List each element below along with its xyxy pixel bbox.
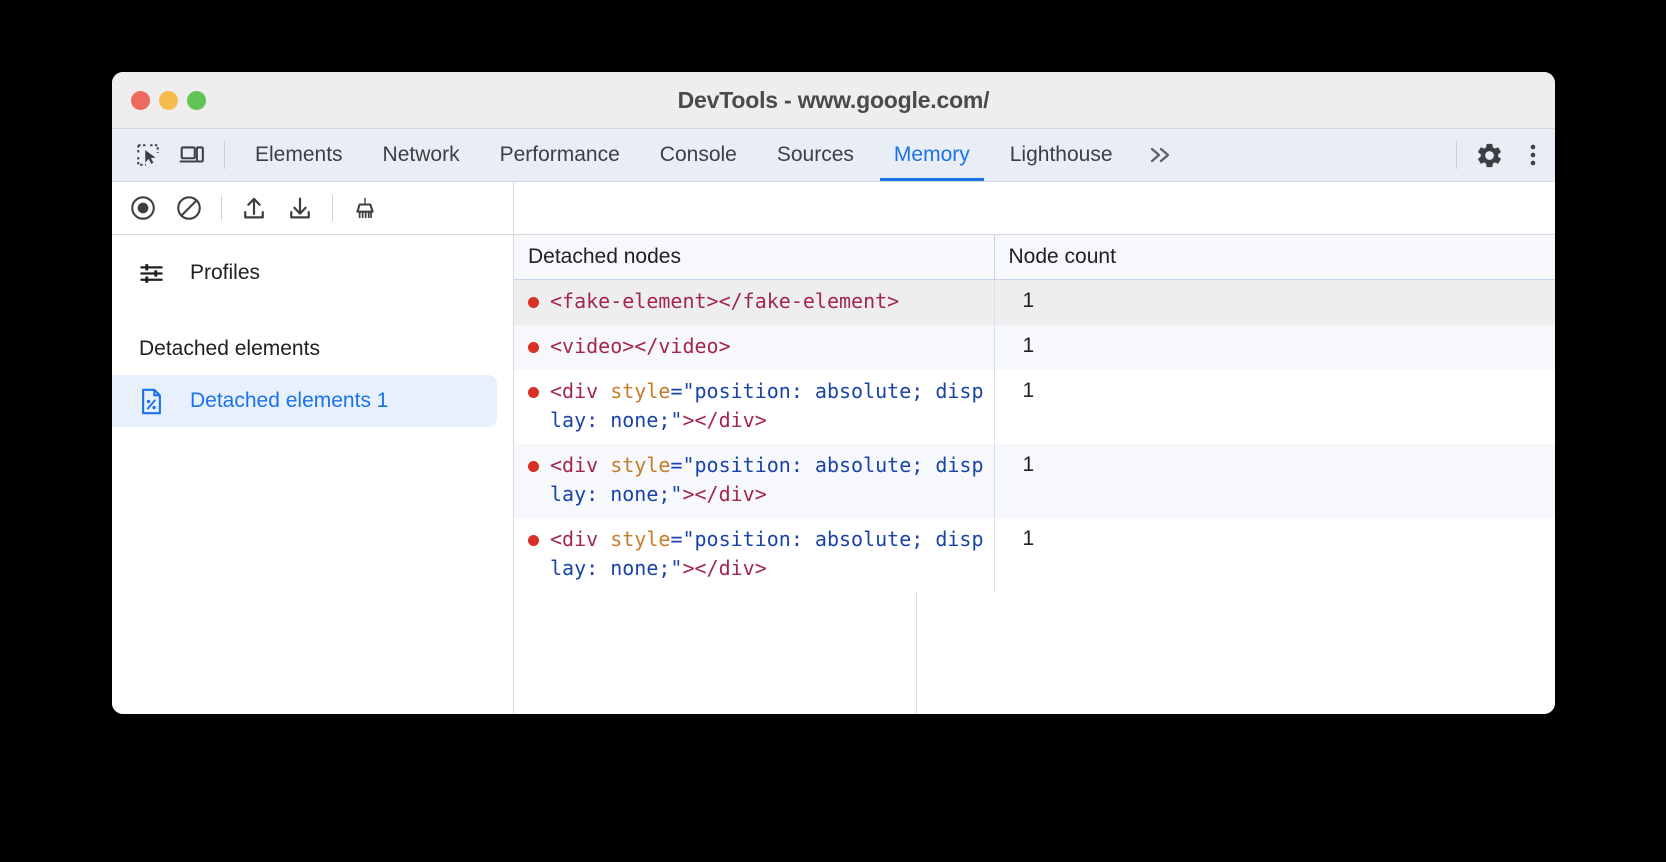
device-toolbar-icon[interactable] xyxy=(170,129,214,181)
table-body: <fake-element></fake-element> 1 <video><… xyxy=(514,280,1555,593)
node-code: <fake-element></fake-element> xyxy=(528,287,994,316)
cell-detached-node: <div style="position: absolute; display:… xyxy=(514,518,994,592)
detached-marker-icon xyxy=(528,342,539,353)
tab-console[interactable]: Console xyxy=(640,129,757,181)
node-code: <div style="position: absolute; display:… xyxy=(528,451,994,509)
detached-marker-icon xyxy=(528,387,539,398)
save-profile-button[interactable] xyxy=(277,185,323,231)
tab-network[interactable]: Network xyxy=(363,129,480,181)
code-token: <div xyxy=(550,379,610,403)
maximize-window-button[interactable] xyxy=(187,91,206,110)
memory-sidebar: Profiles Detached elements Detached elem… xyxy=(112,235,514,714)
clear-button[interactable] xyxy=(166,185,212,231)
tab-lighthouse[interactable]: Lighthouse xyxy=(990,129,1133,181)
sidebar-section-title: Detached elements xyxy=(112,323,513,375)
node-code: <div style="position: absolute; display:… xyxy=(528,377,994,435)
cell-node-count: 1 xyxy=(994,280,1555,326)
cell-node-count: 1 xyxy=(994,325,1555,370)
code-token: <video></video> xyxy=(550,334,731,358)
table-row[interactable]: <fake-element></fake-element> 1 xyxy=(514,280,1555,326)
code-token: style xyxy=(610,379,670,403)
tab-memory[interactable]: Memory xyxy=(874,129,990,181)
detached-nodes-grid: Detached nodes Node count <fake-element>… xyxy=(514,235,1555,714)
code-token: ></div> xyxy=(682,482,766,506)
cell-detached-node: <div style="position: absolute; display:… xyxy=(514,370,994,444)
sidebar-item-label: Profiles xyxy=(190,261,260,285)
profiles-sliders-icon xyxy=(138,260,172,287)
tab-label: Performance xyxy=(500,143,620,167)
window-title: DevTools - www.google.com/ xyxy=(112,87,1555,114)
tabstrip-right-controls xyxy=(1446,129,1555,181)
tab-performance[interactable]: Performance xyxy=(480,129,640,181)
column-header-detached-nodes[interactable]: Detached nodes xyxy=(514,235,994,280)
tab-label: Console xyxy=(660,143,737,167)
settings-gear-icon[interactable] xyxy=(1467,129,1511,181)
tabstrip-divider xyxy=(224,141,225,169)
grid-empty-col-count xyxy=(917,592,1555,714)
toolbar-divider-2 xyxy=(332,195,333,221)
sidebar-item-profiles[interactable]: Profiles xyxy=(112,247,513,299)
inspect-element-icon[interactable] xyxy=(126,129,170,181)
cell-node-count: 1 xyxy=(994,444,1555,518)
code-token: <div xyxy=(550,453,610,477)
table-row[interactable]: <div style="position: absolute; display:… xyxy=(514,370,1555,444)
memory-toolbar-left xyxy=(112,182,514,234)
detached-elements-document-icon xyxy=(138,387,172,416)
cell-detached-node: <video></video> xyxy=(514,325,994,370)
traffic-light-controls xyxy=(131,91,206,110)
detached-marker-icon xyxy=(528,297,539,308)
close-window-button[interactable] xyxy=(131,91,150,110)
table-header-row: Detached nodes Node count xyxy=(514,235,1555,280)
memory-panel-toolbar xyxy=(112,182,1555,235)
window-titlebar: DevTools - www.google.com/ xyxy=(112,72,1555,129)
node-code: <div style="position: absolute; display:… xyxy=(528,525,994,583)
memory-panel-body: Profiles Detached elements Detached elem… xyxy=(112,235,1555,714)
devtools-tabstrip: Elements Network Performance Console Sou… xyxy=(112,129,1555,182)
tab-label: Lighthouse xyxy=(1010,143,1113,167)
table-row[interactable]: <div style="position: absolute; display:… xyxy=(514,444,1555,518)
detached-nodes-table: Detached nodes Node count <fake-element>… xyxy=(514,235,1555,592)
cell-node-count: 1 xyxy=(994,370,1555,444)
more-options-kebab-icon[interactable] xyxy=(1511,129,1555,181)
code-token: style xyxy=(610,453,670,477)
load-profile-button[interactable] xyxy=(231,185,277,231)
cell-detached-node: <div style="position: absolute; display:… xyxy=(514,444,994,518)
devtools-window: DevTools - www.google.com/ Elements Netw… xyxy=(112,72,1555,714)
cell-detached-node: <fake-element></fake-element> xyxy=(514,280,994,326)
tab-label: Network xyxy=(383,143,460,167)
column-header-node-count[interactable]: Node count xyxy=(994,235,1555,280)
toolbar-divider xyxy=(221,195,222,221)
sidebar-item-label: Detached elements 1 xyxy=(190,389,388,413)
code-token: ></div> xyxy=(682,556,766,580)
tab-label: Elements xyxy=(255,143,343,167)
sidebar-item-detached-elements-1[interactable]: Detached elements 1 xyxy=(112,375,497,427)
code-token: style xyxy=(610,527,670,551)
code-token: ></div> xyxy=(682,408,766,432)
tab-label: Memory xyxy=(894,143,970,167)
minimize-window-button[interactable] xyxy=(159,91,178,110)
more-tabs-chevron-icon[interactable] xyxy=(1133,129,1189,181)
code-token: <fake-element></fake-element> xyxy=(550,289,899,313)
detached-marker-icon xyxy=(528,461,539,472)
code-token: <div xyxy=(550,527,610,551)
grid-empty-col-nodes xyxy=(514,592,917,714)
cell-node-count: 1 xyxy=(994,518,1555,592)
table-row[interactable]: <video></video> 1 xyxy=(514,325,1555,370)
grid-empty-area xyxy=(514,592,1555,714)
node-code: <video></video> xyxy=(528,332,994,361)
record-button[interactable] xyxy=(120,185,166,231)
tab-elements[interactable]: Elements xyxy=(235,129,363,181)
detached-marker-icon xyxy=(528,535,539,546)
tabstrip-right-divider xyxy=(1456,141,1457,169)
tab-sources[interactable]: Sources xyxy=(757,129,874,181)
collect-garbage-button[interactable] xyxy=(342,185,388,231)
table-row[interactable]: <div style="position: absolute; display:… xyxy=(514,518,1555,592)
tab-label: Sources xyxy=(777,143,854,167)
